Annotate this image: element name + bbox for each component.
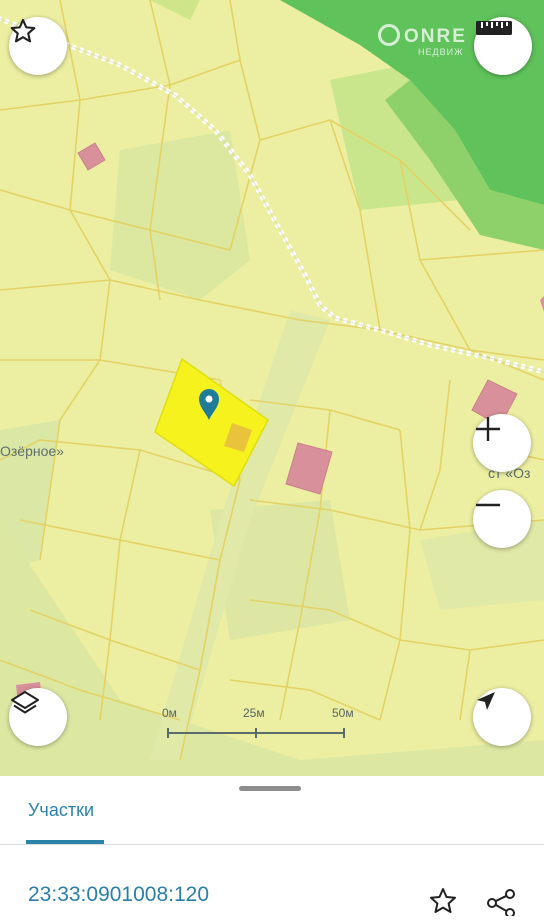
place-label-left: Озёрное» [0,443,64,459]
zoom-out-button[interactable] [473,490,531,548]
onre-logo-icon [378,24,400,46]
map-canvas[interactable] [0,0,544,776]
bottom-sheet[interactable]: Участки 23:33:0901008:120 [0,776,544,918]
watermark-brand: ONRE [404,26,467,47]
share-button[interactable] [484,886,518,918]
share-icon [487,889,515,918]
navigation-arrow-icon [477,692,495,710]
tab-parcels[interactable]: Участки [28,800,94,821]
layers-icon [11,691,39,714]
scale-line [167,728,345,738]
locate-button[interactable] [473,688,531,746]
map-view[interactable]: Озёрное» ст «Оз ONRE НЕДВИЖ 0м 25м 50м [0,0,544,776]
zoom-in-button[interactable] [473,414,531,472]
star-outline-icon [430,888,456,913]
layers-button[interactable] [9,688,67,746]
scale-bar: 0м 25м 50м [160,706,360,742]
divider [0,844,544,845]
ruler-icon [476,21,512,35]
plus-icon [476,417,500,441]
star-outline-icon [10,18,36,43]
watermark-sub: НЕДВИЖ [418,47,464,57]
sheet-drag-handle[interactable] [239,786,301,791]
watermark: ONRE НЕДВИЖ [378,24,467,57]
cadastral-number: 23:33:0901008:120 [28,883,210,906]
minus-icon [476,503,500,507]
favorite-button[interactable] [9,17,67,75]
measure-button[interactable] [474,17,532,75]
favorite-parcel-button[interactable] [426,886,460,916]
